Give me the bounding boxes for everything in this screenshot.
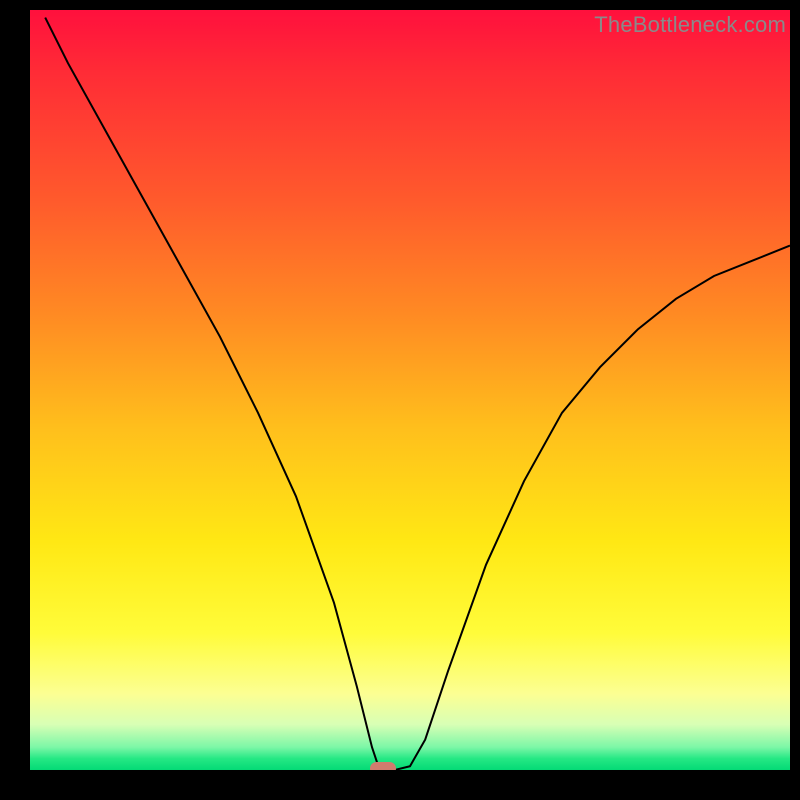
chart-frame	[0, 0, 800, 800]
watermark-text: TheBottleneck.com	[594, 12, 786, 38]
